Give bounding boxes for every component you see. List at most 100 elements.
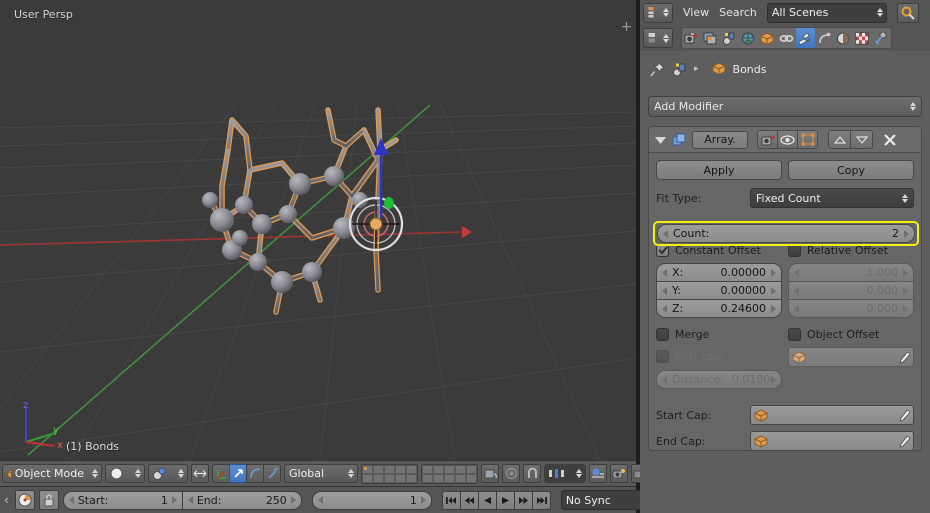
jump-next-keyframe-button[interactable] xyxy=(513,490,533,510)
copy-button[interactable]: Copy xyxy=(788,160,914,180)
relative-offset-y-field[interactable]: 0.000 xyxy=(788,281,914,300)
fit-type-dropdown[interactable]: Fixed Count xyxy=(750,188,914,208)
manipulator-rotate-icon[interactable] xyxy=(229,464,247,483)
const-y-inc-icon[interactable] xyxy=(771,286,776,295)
tab-texture[interactable] xyxy=(853,28,872,48)
jump-to-end-button[interactable] xyxy=(531,490,551,510)
context-dropdown[interactable] xyxy=(643,28,673,48)
add-modifier-spinner-icon[interactable] xyxy=(906,102,916,111)
tab-particles[interactable] xyxy=(872,28,891,48)
rel-x-dec-icon[interactable] xyxy=(794,268,799,277)
rel-y-inc-icon[interactable] xyxy=(903,286,908,295)
const-z-inc-icon[interactable] xyxy=(771,304,776,313)
proportional-edit-icon[interactable] xyxy=(502,464,520,483)
eyedropper-icon[interactable] xyxy=(897,435,910,448)
first-last-checkbox[interactable]: First Last xyxy=(656,347,782,365)
start-increment-icon[interactable] xyxy=(171,496,177,504)
move-down-icon[interactable] xyxy=(850,130,873,149)
layers-grid-second[interactable] xyxy=(421,463,478,484)
rel-x-inc-icon[interactable] xyxy=(903,268,908,277)
end-cap-field[interactable] xyxy=(750,431,914,451)
eyedropper-icon[interactable] xyxy=(897,409,910,422)
manipulator-toggle-icon[interactable] xyxy=(191,464,209,483)
start-cap-field[interactable] xyxy=(750,405,914,425)
add-modifier-dropdown[interactable]: Add Modifier xyxy=(648,96,922,117)
pin-icon[interactable] xyxy=(650,61,665,77)
start-decrement-icon[interactable] xyxy=(68,496,74,504)
orientation-spinner-icon[interactable] xyxy=(344,469,354,478)
render-toggle-icon[interactable] xyxy=(757,130,778,149)
delete-x-icon[interactable] xyxy=(883,133,897,147)
constant-offset-y-field[interactable]: Y: 0.00000 xyxy=(656,281,782,300)
manipulator-scale-icon[interactable] xyxy=(263,464,281,483)
end-decrement-icon[interactable] xyxy=(187,496,193,504)
jump-to-start-button[interactable] xyxy=(441,490,461,510)
manipulator-translate-icon[interactable] xyxy=(212,464,230,483)
tab-physics[interactable] xyxy=(815,28,834,48)
modifier-name-field[interactable]: Array. xyxy=(692,130,748,149)
merge-distance-field[interactable]: Distance: 0.0100 xyxy=(656,370,782,389)
context-spinner-icon[interactable] xyxy=(659,33,669,43)
scene-spinner-icon[interactable] xyxy=(873,8,883,17)
scene-selector-dropdown[interactable]: All Scenes xyxy=(766,2,887,23)
end-increment-icon[interactable] xyxy=(290,496,296,504)
3d-viewport[interactable]: User Persp (1) Bonds z y x + xyxy=(0,0,636,460)
editmode-toggle-icon[interactable] xyxy=(797,130,818,149)
move-up-icon[interactable] xyxy=(828,130,851,149)
const-x-inc-icon[interactable] xyxy=(771,268,776,277)
tab-constraints[interactable] xyxy=(777,28,796,48)
tab-render[interactable] xyxy=(682,28,701,48)
lock-icon[interactable] xyxy=(38,490,59,510)
relative-offset-x-field[interactable]: 1.000 xyxy=(788,263,914,282)
menu-search[interactable]: Search xyxy=(719,6,757,19)
merge-checkbox[interactable]: Merge xyxy=(656,328,782,341)
pivot-point-dropdown[interactable] xyxy=(148,464,188,483)
rel-y-dec-icon[interactable] xyxy=(794,286,799,295)
const-x-dec-icon[interactable] xyxy=(662,268,667,277)
browse-scene-icon[interactable] xyxy=(896,2,919,23)
relative-offset-z-field[interactable]: 0.000 xyxy=(788,299,914,318)
tab-material[interactable] xyxy=(834,28,853,48)
auto-keyframe-icon[interactable] xyxy=(14,490,35,510)
distance-dec-icon[interactable] xyxy=(662,375,667,384)
editor-type-spinner-icon[interactable] xyxy=(659,8,669,17)
layers-grid-first[interactable] xyxy=(361,463,418,484)
play-forward-button[interactable] xyxy=(495,490,515,510)
count-decrement-icon[interactable] xyxy=(663,229,668,238)
frame-increment-icon[interactable] xyxy=(420,496,426,504)
const-z-dec-icon[interactable] xyxy=(662,304,667,313)
snap-spinner-icon[interactable] xyxy=(572,469,582,478)
play-reverse-button[interactable] xyxy=(477,490,497,510)
snap-target-dropdown[interactable] xyxy=(544,464,586,483)
current-frame-field[interactable]: 1 xyxy=(311,490,432,510)
rel-z-dec-icon[interactable] xyxy=(794,304,799,313)
transform-orientation-dropdown[interactable]: Global xyxy=(284,464,358,483)
scene-icon[interactable] xyxy=(672,62,687,77)
constant-offset-z-field[interactable]: Z: 0.24600 xyxy=(656,299,782,318)
apply-button[interactable]: Apply xyxy=(656,160,782,180)
frame-decrement-icon[interactable] xyxy=(317,496,323,504)
const-y-dec-icon[interactable] xyxy=(662,286,667,295)
lock-camera-icon[interactable] xyxy=(481,464,499,483)
timeline-menu-arrow-icon[interactable]: ‹ xyxy=(2,493,11,507)
tab-modifiers[interactable] xyxy=(796,28,815,48)
shading-spinner-icon[interactable] xyxy=(131,469,141,478)
tab-object[interactable] xyxy=(758,28,777,48)
rel-z-inc-icon[interactable] xyxy=(903,304,908,313)
constant-offset-x-field[interactable]: X: 0.00000 xyxy=(656,263,782,282)
tab-render-layers[interactable] xyxy=(701,28,720,48)
tab-scene[interactable] xyxy=(720,28,739,48)
pivot-spinner-icon[interactable] xyxy=(174,469,184,478)
menu-view[interactable]: View xyxy=(683,6,709,19)
editor-type-dropdown[interactable] xyxy=(643,2,673,23)
render-preview-icon[interactable] xyxy=(610,464,628,483)
tab-world[interactable] xyxy=(739,28,758,48)
opengl-render-icon[interactable] xyxy=(589,464,607,483)
object-offset-checkbox[interactable]: Object Offset xyxy=(788,328,914,341)
manipulator-curve-icon[interactable] xyxy=(246,464,264,483)
viewport-shading-dropdown[interactable] xyxy=(105,464,145,483)
end-frame-field[interactable]: End: 250 xyxy=(181,490,302,510)
count-increment-icon[interactable] xyxy=(904,229,909,238)
mode-spinner-icon[interactable] xyxy=(88,469,98,478)
jump-prev-keyframe-button[interactable] xyxy=(459,490,479,510)
